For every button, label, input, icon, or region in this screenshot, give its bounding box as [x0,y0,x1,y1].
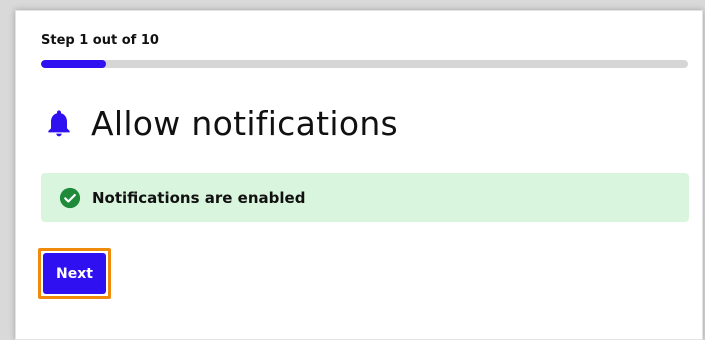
bell-icon [48,110,70,137]
page-title: Allow notifications [91,103,399,143]
check-circle-icon [59,187,81,208]
alert-message: Notifications are enabled [92,188,306,207]
heading-row: Allow notifications [43,99,398,147]
progress-bar-fill [41,60,106,68]
next-button[interactable]: Next [43,253,106,294]
step-indicator: Step 1 out of 10 [41,33,159,48]
onboarding-card: Step 1 out of 10 Allow notifications Not… [15,10,703,340]
progress-bar [41,60,688,68]
next-button-focus-ring: Next [38,248,111,299]
success-alert: Notifications are enabled [41,173,689,222]
